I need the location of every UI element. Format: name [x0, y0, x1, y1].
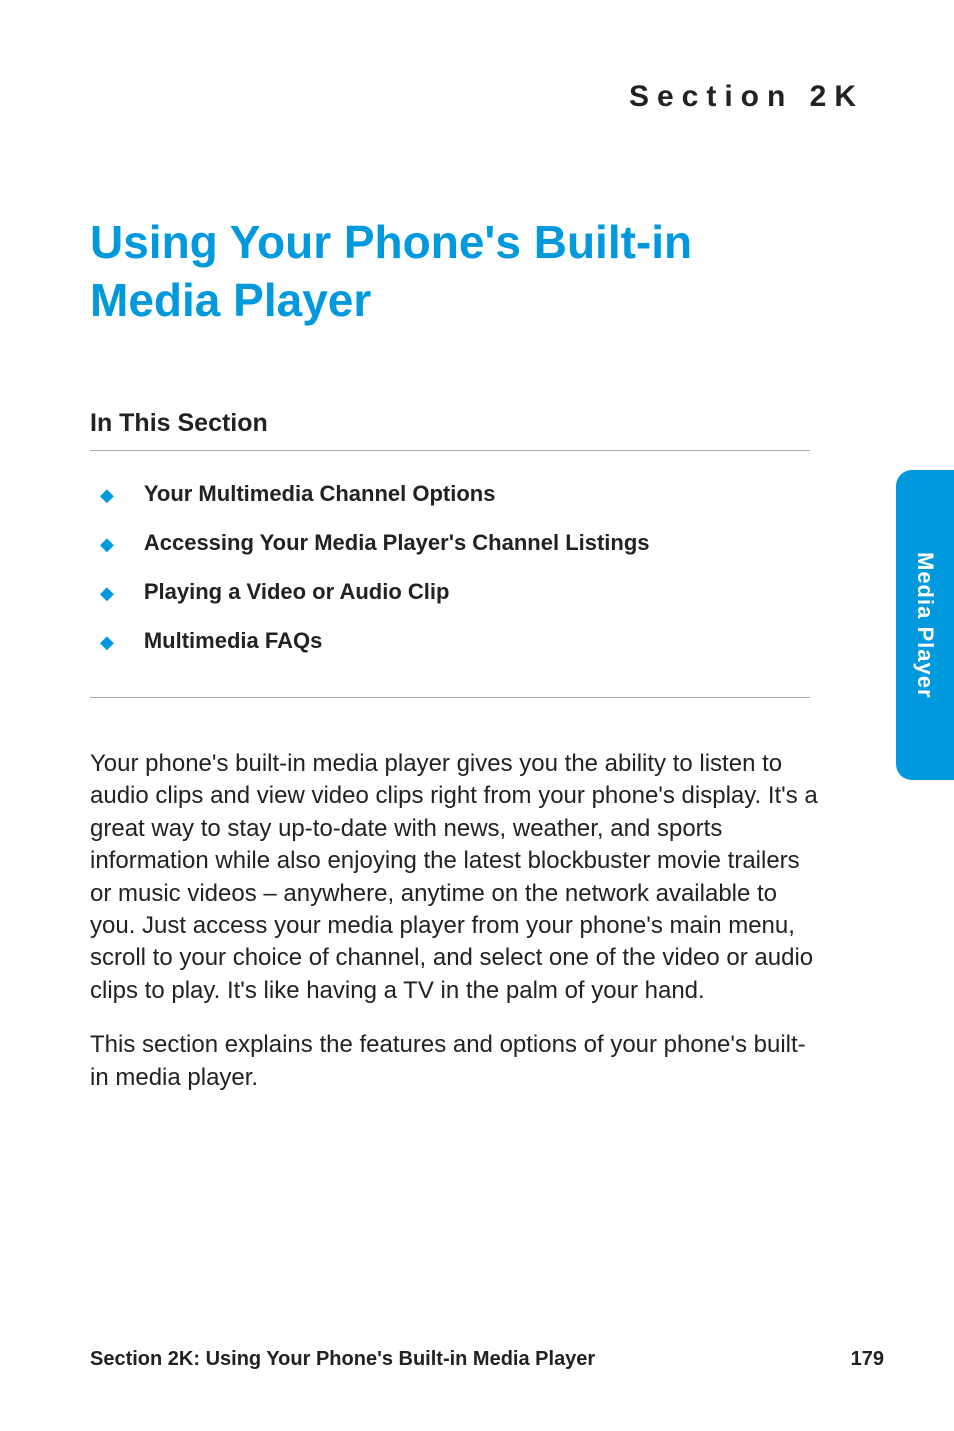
toc-item: ◆ Accessing Your Media Player's Channel … [90, 530, 810, 556]
section-label: Section 2K [90, 80, 864, 114]
toc-item: ◆ Multimedia FAQs [90, 628, 810, 654]
toc-item-label: Playing a Video or Audio Clip [144, 579, 450, 605]
toc-list: ◆ Your Multimedia Channel Options ◆ Acce… [90, 481, 810, 698]
diamond-bullet-icon: ◆ [100, 535, 114, 553]
page-footer: Section 2K: Using Your Phone's Built-in … [90, 1348, 884, 1371]
toc-item-label: Multimedia FAQs [144, 628, 322, 654]
footer-section-label: Section 2K: Using Your Phone's Built-in … [90, 1348, 595, 1371]
toc-item-label: Accessing Your Media Player's Channel Li… [144, 530, 650, 556]
toc-item: ◆ Your Multimedia Channel Options [90, 481, 810, 507]
diamond-bullet-icon: ◆ [100, 633, 114, 651]
diamond-bullet-icon: ◆ [100, 584, 114, 602]
subheading: In This Section [90, 409, 810, 451]
side-tab-label: Media Player [912, 552, 938, 699]
page-title: Using Your Phone's Built-in Media Player [90, 214, 830, 329]
toc-item: ◆ Playing a Video or Audio Clip [90, 579, 810, 605]
page-number: 179 [851, 1348, 884, 1371]
body-paragraph: This section explains the features and o… [90, 1029, 820, 1094]
toc-item-label: Your Multimedia Channel Options [144, 481, 496, 507]
diamond-bullet-icon: ◆ [100, 486, 114, 504]
side-tab: Media Player [896, 470, 954, 780]
body-paragraph: Your phone's built-in media player gives… [90, 748, 820, 1007]
